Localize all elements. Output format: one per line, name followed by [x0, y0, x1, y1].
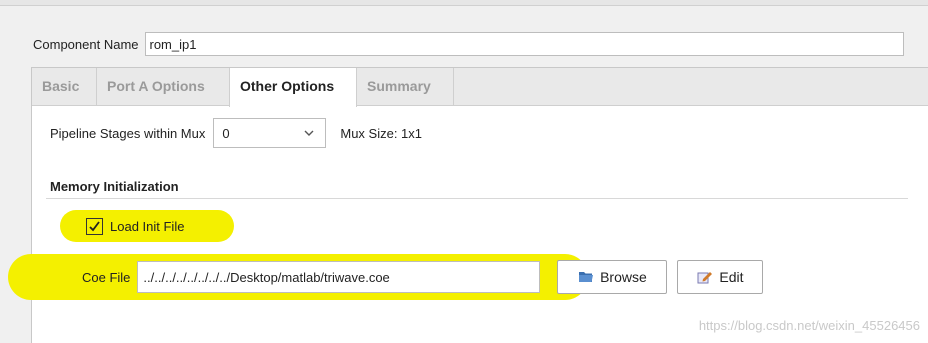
tab-other-options-label: Other Options — [240, 78, 335, 94]
memory-initialization-title: Memory Initialization — [50, 179, 179, 194]
tab-port-a-options[interactable]: Port A Options — [97, 68, 230, 105]
top-border — [0, 0, 928, 6]
tab-other-options[interactable]: Other Options — [229, 68, 357, 107]
edit-label: Edit — [719, 269, 744, 285]
component-name-label: Component Name — [33, 36, 139, 52]
watermark-text: https://blog.csdn.net/weixin_45526456 — [698, 318, 920, 333]
load-init-file-label: Load Init File — [110, 218, 185, 234]
tab-basic[interactable]: Basic — [32, 68, 97, 105]
options-panel: Basic Port A Options Other Options Summa… — [8, 67, 928, 343]
pipeline-stages-select[interactable]: 0 — [213, 118, 327, 148]
edit-button[interactable]: Edit — [677, 260, 764, 294]
tab-basic-label: Basic — [42, 78, 80, 94]
coe-file-input[interactable] — [137, 261, 541, 293]
load-init-file-checkbox[interactable] — [86, 217, 103, 235]
component-name-row: Component Name — [33, 31, 904, 57]
chevron-down-icon — [303, 127, 315, 142]
coe-file-row: Coe File Browse Edit — [82, 260, 764, 294]
browse-button[interactable]: Browse — [557, 260, 668, 294]
load-init-file-row: Load Init File — [86, 214, 184, 238]
browse-label: Browse — [600, 269, 647, 285]
check-mark-icon — [89, 220, 100, 231]
edit-pencil-icon — [697, 270, 713, 284]
tab-bar: Basic Port A Options Other Options Summa… — [32, 68, 928, 107]
pipeline-stages-label: Pipeline Stages within Mux — [50, 125, 206, 141]
tab-port-a-options-label: Port A Options — [107, 78, 205, 94]
folder-icon — [578, 270, 594, 284]
mux-size-label: Mux Size: 1x1 — [340, 125, 423, 141]
component-name-input[interactable] — [144, 32, 904, 56]
tab-summary[interactable]: Summary — [357, 68, 454, 105]
pipeline-stages-value: 0 — [222, 125, 230, 141]
coe-file-label: Coe File — [82, 269, 131, 285]
pipeline-row: Pipeline Stages within Mux 0 Mux Size: 1… — [50, 118, 422, 148]
tab-summary-label: Summary — [367, 78, 431, 94]
section-divider — [46, 198, 908, 199]
